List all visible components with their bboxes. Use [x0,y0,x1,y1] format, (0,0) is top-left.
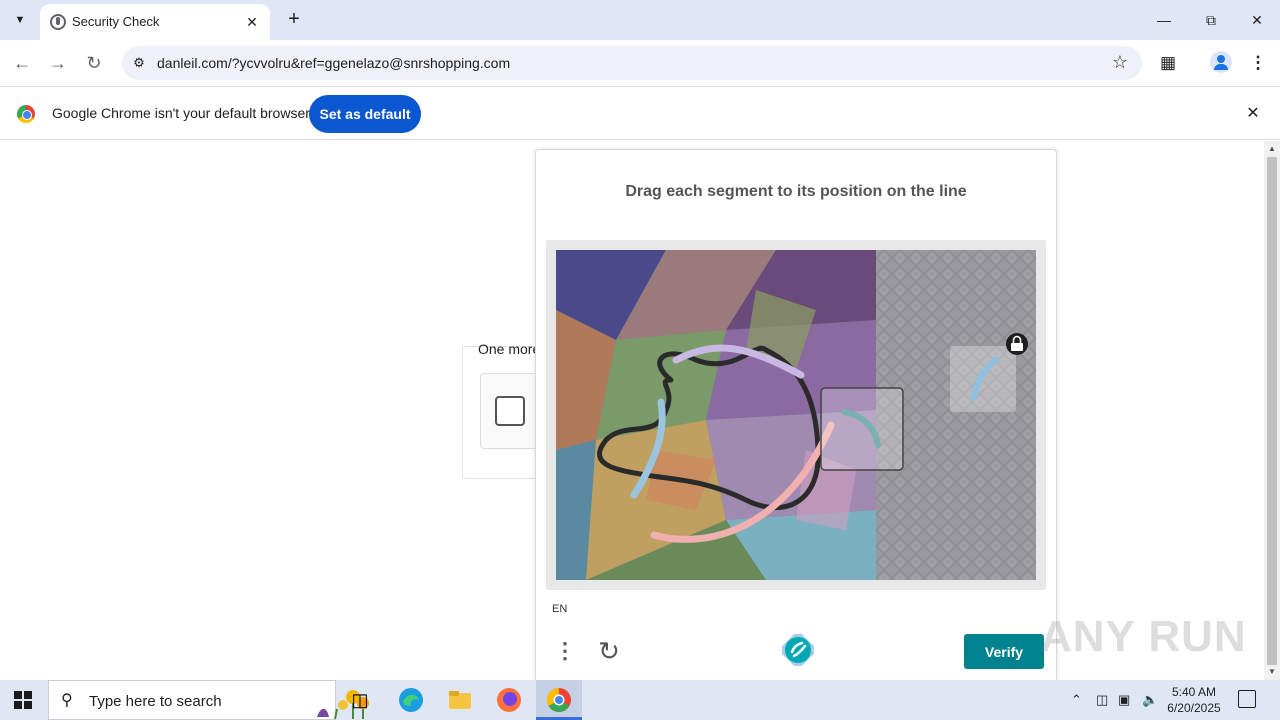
verify-button[interactable]: Verify [964,634,1044,669]
default-browser-infobar: Google Chrome isn't your default browser… [0,86,1280,140]
captcha-image-frame [546,240,1046,590]
minimize-icon[interactable]: — [1150,6,1178,34]
chrome-icon[interactable] [545,686,573,714]
captcha-puzzle-image [556,250,1036,580]
chrome-menu-icon[interactable]: ⋮ [1244,49,1272,77]
tab-strip: ▼ Security Check ✕ + — ⧉ ✕ [0,0,1280,40]
taskbar-clock[interactable]: 5:40 AM 6/20/2025 [1164,684,1224,716]
windows-taskbar: ⚲ Type here to search ◫ ⌃ ◫ ▣ 🔈 5:40 AM … [0,680,1280,720]
background-checkbox[interactable] [495,396,525,426]
anyrun-watermark: ANY RUN [1040,612,1247,661]
captcha-refresh-icon[interactable]: ↻ [594,636,624,666]
back-arrow-icon[interactable]: ← [8,49,36,77]
url-text[interactable]: danleil.com/?ycvvolru&ref=ggenelazo@snrs… [157,55,510,71]
address-bar[interactable]: ⚙ danleil.com/?ycvvolru&ref=ggenelazo@sn… [122,46,1142,80]
restore-icon[interactable]: ⧉ [1197,6,1225,34]
taskbar-search-placeholder: Type here to search [89,693,222,710]
task-view-icon[interactable]: ◫ [346,686,374,714]
background-challenge-text: One more [478,341,541,357]
language-selector[interactable]: EN [552,603,567,615]
edge-icon[interactable] [397,686,425,714]
windows-start-icon[interactable] [14,691,32,709]
clock-date: 6/20/2025 [1167,701,1221,715]
infobar-close-icon[interactable]: ✕ [1243,103,1263,123]
page-scrollbar[interactable]: ▲ ▼ [1264,141,1280,680]
scroll-thumb[interactable] [1267,157,1277,665]
reload-icon[interactable]: ↻ [80,49,108,77]
notification-center-icon[interactable] [1238,690,1256,708]
tray-device-icon[interactable]: ◫ [1096,692,1108,708]
tab-title: Security Check [72,14,160,29]
hcaptcha-logo-icon [782,634,814,666]
infobar-message: Google Chrome isn't your default browser [52,105,310,121]
tab-favicon-icon [50,14,66,30]
extensions-puzzle-icon[interactable]: ▦ [1154,49,1182,77]
captcha-menu-icon[interactable]: ⋮ [554,636,576,666]
captcha-puzzle-canvas[interactable] [556,250,1036,580]
bookmark-star-icon[interactable]: ☆ [1112,52,1128,73]
tab-security-check[interactable]: Security Check ✕ [40,4,270,40]
clock-time: 5:40 AM [1171,685,1217,699]
forward-arrow-icon[interactable]: → [44,49,72,77]
captcha-instruction: Drag each segment to its position on the… [625,183,967,200]
tray-chevron-up-icon[interactable]: ⌃ [1071,692,1082,708]
site-settings-icon[interactable]: ⚙ [130,54,148,72]
volume-icon[interactable]: 🔈 [1142,692,1158,708]
scroll-down-arrow-icon[interactable]: ▼ [1268,667,1276,676]
network-icon[interactable]: ▣ [1118,692,1130,708]
firefox-icon[interactable] [495,686,523,714]
profile-avatar-icon[interactable] [1210,51,1232,73]
scroll-up-arrow-icon[interactable]: ▲ [1268,144,1276,153]
browser-toolbar: ← → ↻ ⚙ danleil.com/?ycvvolru&ref=ggenel… [0,40,1280,86]
captcha-dialog: Drag each segment to its position on the… [535,149,1057,689]
tab-close-icon[interactable]: ✕ [242,12,262,32]
search-icon: ⚲ [61,692,73,709]
window-close-icon[interactable]: ✕ [1243,6,1271,34]
taskbar-search-box[interactable]: ⚲ Type here to search [48,680,369,720]
tab-search-chevron-icon[interactable]: ▼ [8,8,32,32]
file-explorer-icon[interactable] [446,686,474,714]
set-as-default-button[interactable]: Set as default [309,95,421,133]
chrome-logo-icon [17,105,35,123]
new-tab-button[interactable]: + [282,8,306,32]
